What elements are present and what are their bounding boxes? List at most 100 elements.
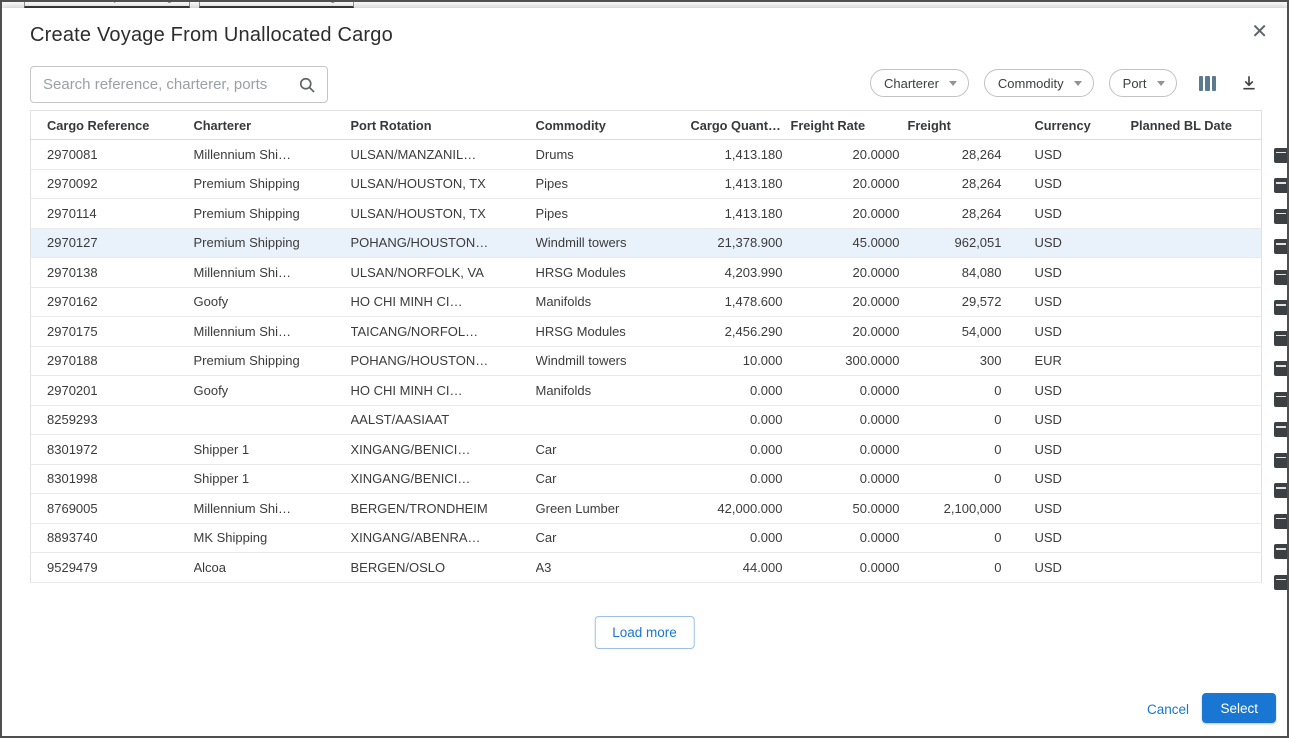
calendar-icon[interactable] — [1274, 239, 1288, 255]
cell-qty: 44.000 — [690, 552, 791, 583]
cell-charterer: Millennium Shi… — [193, 139, 351, 170]
table-row[interactable]: 8301998 Shipper 1 XINGANG/BENICI… Car 0.000 0… — [30, 464, 1262, 494]
column-header-port-rotation[interactable]: Port Rotation — [350, 110, 536, 140]
cell-qty: 0.000 — [690, 434, 791, 465]
column-header-planned-bl-date[interactable]: Planned BL Date — [1130, 110, 1262, 140]
cell-currency: USD — [1032, 287, 1131, 317]
cell-ref: 2970138 — [30, 257, 194, 288]
cell-rate: 50.0000 — [790, 493, 908, 524]
cell-commodity: Pipes — [535, 198, 691, 229]
load-more-button[interactable]: Load more — [594, 616, 695, 649]
cell-port_rotation: AALST/AASIAAT — [350, 405, 536, 435]
cell-charterer: Millennium Shi… — [193, 257, 351, 288]
calendar-icon[interactable] — [1274, 269, 1288, 285]
cargo-table-body: 2970081 Millennium Shi… ULSAN/MANZANIL… Dru… — [30, 139, 1262, 583]
calendar-icon[interactable] — [1274, 483, 1288, 499]
cell-bl_date — [1130, 228, 1262, 258]
columns-icon[interactable] — [1198, 75, 1216, 91]
chevron-down-icon — [1156, 80, 1165, 86]
tab-use-unallocated-cargo[interactable]: Use Unallocated Cargo — [199, 0, 354, 8]
download-icon[interactable] — [1240, 74, 1258, 92]
charterer-filter-label: Charterer — [883, 75, 939, 91]
calendar-icon[interactable] — [1274, 330, 1288, 346]
calendar-icon[interactable] — [1274, 574, 1288, 590]
cell-commodity: Car — [535, 464, 691, 494]
port-filter-label: Port — [1122, 75, 1147, 91]
column-header-charterer[interactable]: Charterer — [193, 110, 351, 140]
column-header-freight-rate[interactable]: Freight Rate — [790, 110, 908, 140]
table-row[interactable]: 2970162 Goofy HO CHI MINH CI… Manifolds 1,47… — [30, 287, 1262, 317]
table-row[interactable]: 2970138 Millennium Shi… ULSAN/NORFOLK, VA H… — [30, 257, 1262, 288]
cell-freight: 29,572 — [907, 287, 1033, 317]
cell-freight: 0 — [907, 375, 1033, 406]
table-row[interactable]: 8301972 Shipper 1 XINGANG/BENICI… Car 0.000 0… — [30, 434, 1262, 465]
calendar-icon[interactable] — [1274, 147, 1288, 163]
cell-bl_date — [1130, 169, 1262, 199]
cell-ref: 8769005 — [30, 493, 194, 524]
calendar-icon[interactable] — [1274, 544, 1288, 560]
cell-rate: 20.0000 — [790, 287, 908, 317]
search-input[interactable] — [31, 67, 327, 102]
select-button[interactable]: Select — [1202, 693, 1276, 723]
cell-currency: USD — [1032, 257, 1131, 288]
commodity-filter-dropdown[interactable]: Commodity — [983, 69, 1094, 97]
cell-charterer: Millennium Shi… — [193, 316, 351, 347]
calendar-icon[interactable] — [1274, 300, 1288, 316]
cancel-button[interactable]: Cancel — [1147, 702, 1189, 717]
cell-commodity: Windmill towers — [535, 346, 691, 376]
cell-ref: 8259293 — [30, 405, 194, 435]
table-row[interactable]: 2970114 Premium Shipping ULSAN/HOUSTON, TX… — [30, 198, 1262, 229]
calendar-icon[interactable] — [1274, 452, 1288, 468]
cell-qty: 0.000 — [690, 523, 791, 553]
table-row[interactable]: 8893740 MK Shipping XINGANG/ABENRA… Car 0.00… — [30, 523, 1262, 553]
table-row[interactable]: 2970127 Premium Shipping POHANG/HOUSTON… Wi… — [30, 228, 1262, 258]
cell-currency: USD — [1032, 523, 1131, 553]
search-icon — [299, 77, 315, 93]
calendar-icon[interactable] — [1274, 422, 1288, 438]
column-header-cargo-reference[interactable]: Cargo Reference — [30, 110, 194, 140]
cell-ref: 8301972 — [30, 434, 194, 465]
cell-ref: 2970201 — [30, 375, 194, 406]
column-header-cargo-quantity[interactable]: Cargo Quantity — [690, 110, 791, 140]
table-row[interactable]: 8259293 AALST/AASIAAT 0.000 0.0000 0 USD — [30, 405, 1262, 435]
table-row[interactable]: 2970188 Premium Shipping POHANG/HOUSTON… Wi… — [30, 346, 1262, 376]
column-header-currency[interactable]: Currency — [1032, 110, 1131, 140]
table-row[interactable]: 2970092 Premium Shipping ULSAN/HOUSTON, TX… — [30, 169, 1262, 199]
port-filter-dropdown[interactable]: Port — [1108, 69, 1177, 97]
cell-currency: USD — [1032, 139, 1131, 170]
tab-use-coa-template-cargo[interactable]: Use CoA Template Cargo — [24, 0, 191, 8]
cell-qty: 2,456.290 — [690, 316, 791, 347]
column-header-commodity[interactable]: Commodity — [535, 110, 691, 140]
column-header-freight[interactable]: Freight — [907, 110, 1033, 140]
cell-port_rotation: ULSAN/HOUSTON, TX — [350, 169, 536, 199]
calendar-icon[interactable] — [1274, 391, 1288, 407]
cell-bl_date — [1130, 346, 1262, 376]
charterer-filter-dropdown[interactable]: Charterer — [869, 69, 969, 97]
cell-bl_date — [1130, 405, 1262, 435]
cell-qty: 4,203.990 — [690, 257, 791, 288]
cell-freight: 84,080 — [907, 257, 1033, 288]
calendar-icon[interactable] — [1274, 513, 1288, 529]
cell-qty: 0.000 — [690, 464, 791, 494]
close-icon[interactable]: ✕ — [1251, 21, 1268, 41]
cell-rate: 0.0000 — [790, 464, 908, 494]
cell-port_rotation: ULSAN/MANZANIL… — [350, 139, 536, 170]
toolbar-right: Charterer Commodity Port — [869, 69, 1258, 97]
calendar-icon[interactable] — [1274, 208, 1288, 224]
cell-rate: 45.0000 — [790, 228, 908, 258]
cell-bl_date — [1130, 139, 1262, 170]
cell-port_rotation: BERGEN/TRONDHEIM — [350, 493, 536, 524]
cell-freight: 0 — [907, 523, 1033, 553]
calendar-icon[interactable] — [1274, 178, 1288, 194]
table-row[interactable]: 2970201 Goofy HO CHI MINH CI… Manifolds 0.00… — [30, 375, 1262, 406]
table-header-row: Cargo Reference Charterer Port Rotation … — [30, 110, 1262, 140]
cell-qty: 1,413.180 — [690, 198, 791, 229]
table-row[interactable]: 8769005 Millennium Shi… BERGEN/TRONDHEIM Gr… — [30, 493, 1262, 524]
cell-bl_date — [1130, 316, 1262, 347]
table-row[interactable]: 2970081 Millennium Shi… ULSAN/MANZANIL… Dru… — [30, 139, 1262, 170]
calendar-icon[interactable] — [1274, 361, 1288, 377]
table-row[interactable]: 9529479 Alcoa BERGEN/OSLO A3 44.000 0.0000 0 US… — [30, 552, 1262, 583]
cell-port_rotation: POHANG/HOUSTON… — [350, 346, 536, 376]
table-row[interactable]: 2970175 Millennium Shi… TAICANG/NORFOL… HRS… — [30, 316, 1262, 347]
cell-freight: 28,264 — [907, 169, 1033, 199]
